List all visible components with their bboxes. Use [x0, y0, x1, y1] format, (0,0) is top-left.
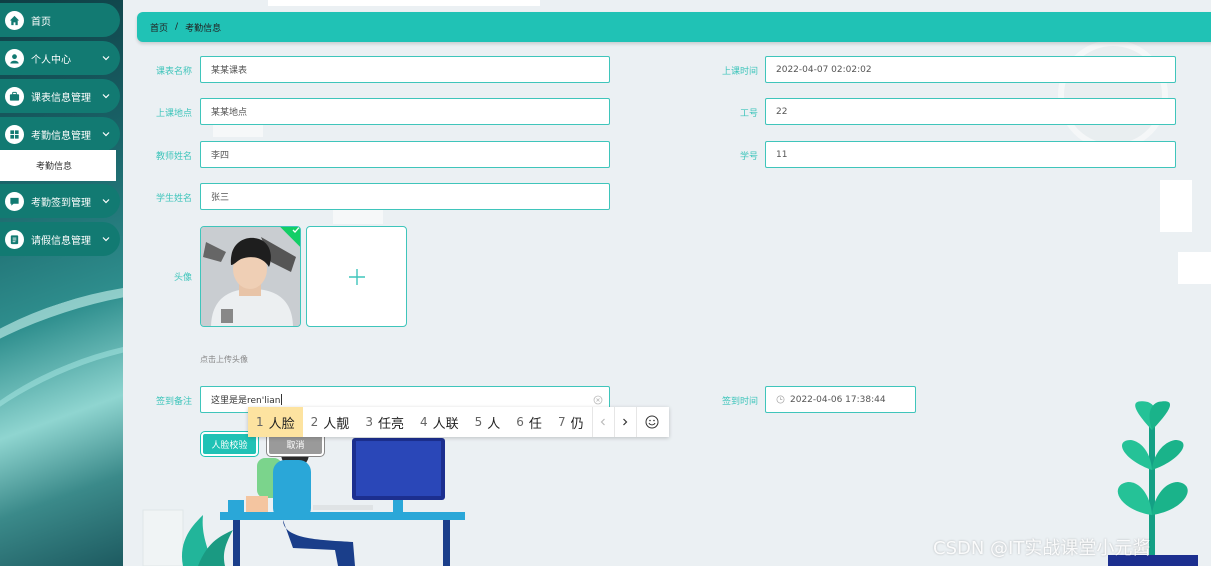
avatar-photo — [201, 227, 300, 326]
student-name-field[interactable]: 张三 — [200, 183, 610, 210]
staff-no-label: 工号 — [739, 109, 758, 119]
avatar-image[interactable] — [200, 226, 301, 327]
sidebar-item-attendance[interactable]: 考勤信息管理 — [0, 117, 120, 151]
ime-candidate[interactable]: 2 人靓 — [303, 407, 358, 437]
course-table-value: 某某课表 — [211, 66, 248, 76]
ime-candidate-bar: 1 人脸 2 人靓 3 任亮 4 人联 5人 6任 7仍 — [248, 407, 669, 437]
location-field[interactable]: 某某地点 — [200, 98, 610, 125]
sidebar-item-label: 请假信息管理 — [31, 235, 91, 247]
breadcrumb-current: 考勤信息 — [185, 23, 222, 34]
sidebar-item-home[interactable]: 首页 — [0, 3, 120, 37]
chat-icon — [5, 191, 24, 211]
ime-emoji-button[interactable] — [635, 407, 668, 437]
sidebar-subitem-attendance-info[interactable]: 考勤信息 — [0, 150, 116, 181]
student-no-label: 学号 — [739, 152, 758, 162]
remark-value: 这里是是ren'lian — [211, 396, 281, 406]
sidebar-item-label: 考勤信息管理 — [31, 130, 91, 142]
location-label: 上课地点 — [155, 109, 192, 119]
staff-no-field[interactable]: 22 — [765, 98, 1176, 125]
remark-label: 签到备注 — [155, 397, 192, 407]
background-decoration — [1160, 180, 1192, 232]
teacher-name-field[interactable]: 李四 — [200, 141, 610, 168]
chevron-down-icon — [102, 199, 110, 204]
background-decoration — [1178, 252, 1211, 284]
class-time-label: 上课时间 — [721, 67, 758, 77]
briefcase-icon — [5, 86, 24, 106]
clipboard-icon — [5, 229, 24, 249]
clear-icon[interactable] — [593, 395, 603, 405]
student-name-value: 张三 — [211, 193, 230, 203]
student-name-label: 学生姓名 — [155, 194, 192, 204]
student-no-value: 11 — [776, 149, 788, 160]
chevron-down-icon — [102, 132, 110, 137]
ime-candidate[interactable]: 4 人联 — [412, 407, 467, 437]
ime-candidate[interactable]: 1 人脸 — [248, 407, 303, 437]
course-table-field[interactable]: 某某课表 — [200, 56, 610, 83]
text-cursor — [281, 394, 283, 405]
grid-icon — [5, 124, 24, 144]
breadcrumb-home[interactable]: 首页 — [150, 21, 168, 34]
check-icon — [292, 227, 300, 233]
main-content: 首页 / 考勤信息 课表名称 某某课表 上课时间 2022-04-07 02:0… — [123, 0, 1211, 566]
smiley-icon — [645, 415, 659, 429]
avatar-upload-hint: 点击上传头像 — [200, 355, 248, 364]
cancel-label: 取消 — [286, 440, 305, 451]
breadcrumb: 首页 / 考勤信息 — [137, 12, 1211, 42]
ime-next-button[interactable] — [613, 407, 636, 437]
sidebar-item-course-table[interactable]: 课表信息管理 — [0, 79, 120, 113]
breadcrumb-separator: / — [175, 22, 179, 32]
sidebar: 首页 个人中心 课表信息管理 考勤信息管理 考勤信息 考勤签到管理 请假信息管理 — [0, 0, 123, 566]
class-time-field[interactable]: 2022-04-07 02:02:02 — [765, 56, 1176, 83]
face-verify-label: 人脸校验 — [211, 440, 248, 451]
student-no-field[interactable]: 11 — [765, 141, 1176, 168]
ime-candidate[interactable]: 7仍 — [550, 407, 592, 437]
teacher-name-value: 李四 — [211, 151, 230, 161]
logo-banner — [268, 0, 540, 6]
avatar-upload-button[interactable] — [306, 226, 407, 327]
plus-icon — [348, 268, 365, 285]
chevron-right-icon — [623, 418, 628, 426]
sidebar-item-personal-center[interactable]: 个人中心 — [0, 41, 120, 75]
sidebar-item-label: 个人中心 — [31, 54, 71, 66]
checkin-time-value: 2022-04-06 17:38:44 — [790, 394, 886, 405]
user-icon — [5, 48, 24, 68]
sidebar-subitem-label: 考勤信息 — [36, 162, 73, 172]
chevron-down-icon — [102, 237, 110, 242]
ime-candidate[interactable]: 5人 — [467, 407, 509, 437]
staff-no-value: 22 — [776, 106, 788, 117]
ime-candidate[interactable]: 6任 — [508, 407, 550, 437]
sidebar-item-leave[interactable]: 请假信息管理 — [0, 222, 120, 256]
checkin-time-label: 签到时间 — [721, 397, 758, 407]
chevron-down-icon — [102, 56, 110, 61]
background-decoration — [333, 210, 383, 224]
background-decoration — [213, 125, 263, 137]
sidebar-item-label: 课表信息管理 — [31, 92, 91, 104]
chevron-down-icon — [102, 94, 110, 99]
sidebar-item-checkin[interactable]: 考勤签到管理 — [0, 184, 120, 218]
course-table-label: 课表名称 — [155, 67, 192, 77]
sidebar-item-label: 考勤签到管理 — [31, 197, 91, 209]
ime-candidate[interactable]: 3 任亮 — [357, 407, 412, 437]
checkin-time-picker[interactable]: 2022-04-06 17:38:44 — [765, 386, 916, 413]
chevron-left-icon — [600, 418, 606, 426]
avatar-label: 头像 — [173, 273, 192, 283]
class-time-value: 2022-04-07 02:02:02 — [776, 64, 872, 75]
location-value: 某某地点 — [211, 108, 248, 118]
sidebar-item-label: 首页 — [31, 16, 51, 28]
teacher-name-label: 教师姓名 — [155, 152, 192, 162]
clock-icon — [776, 395, 785, 404]
home-icon — [5, 10, 24, 30]
ime-prev-button[interactable] — [591, 407, 614, 437]
watermark: CSDN @IT实战课堂小元酱 — [933, 538, 1151, 559]
